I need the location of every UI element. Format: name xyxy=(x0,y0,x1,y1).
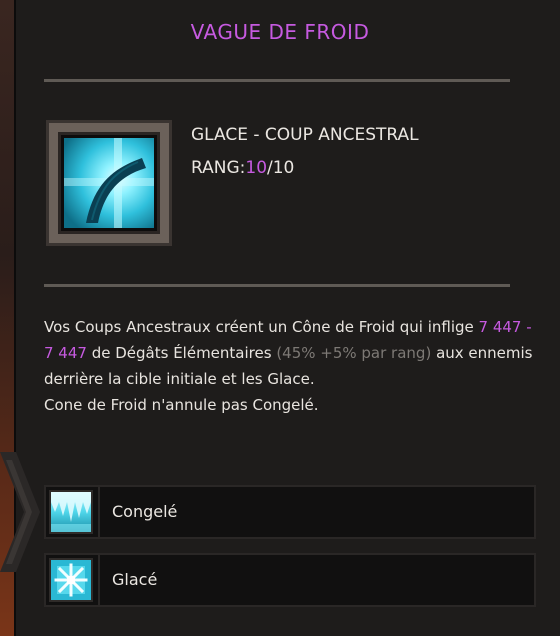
skill-icon-frame xyxy=(46,120,172,246)
skill-description: Vos Coups Ancestraux créent un Cône de F… xyxy=(44,318,533,414)
effect-label: Congelé xyxy=(112,502,178,521)
effect-row-chilled[interactable]: Glacé xyxy=(44,553,536,607)
rank-max: /10 xyxy=(267,158,295,178)
frozen-icon xyxy=(49,490,93,534)
snowflake-icon xyxy=(49,558,93,602)
divider xyxy=(44,284,510,287)
ice-ancestral-strike-icon xyxy=(64,138,154,228)
description-note: Cone de Froid n'annule pas Congelé. xyxy=(44,396,319,414)
effect-row-frozen[interactable]: Congelé xyxy=(44,485,536,539)
rank-label: RANG: xyxy=(191,158,246,178)
skill-rank: RANG:10/10 xyxy=(191,158,294,178)
tooltip-title: VAGUE DE FROID xyxy=(190,20,370,44)
divider xyxy=(44,79,510,82)
effect-label: Glacé xyxy=(112,570,158,589)
skill-name: GLACE - COUP ANCESTRAL xyxy=(191,125,419,145)
damage-scaling: (45% +5% par rang) xyxy=(276,344,432,362)
rank-current: 10 xyxy=(245,158,268,178)
expand-arrow-icon[interactable] xyxy=(0,452,40,572)
